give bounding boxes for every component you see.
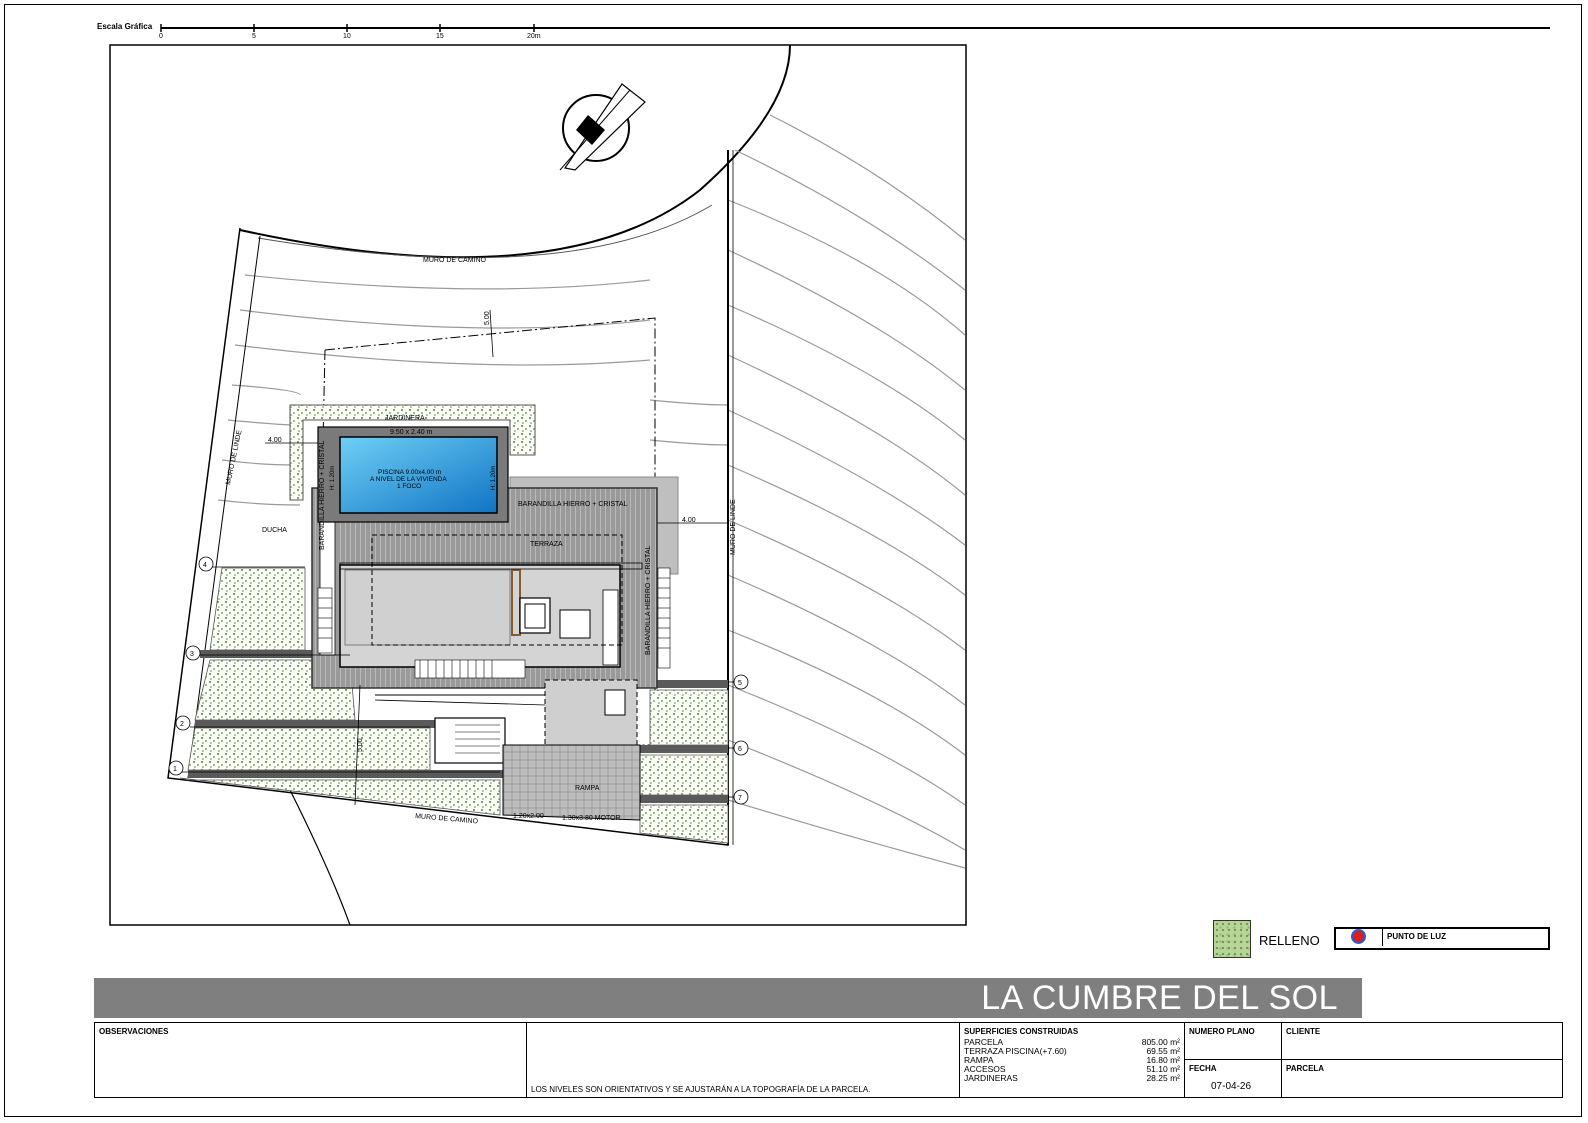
fecha-label: FECHA (1189, 1064, 1217, 1073)
label-terraza: TERRAZA (530, 541, 563, 548)
label-level-right: 4.00 (682, 517, 696, 524)
grid-marker-6: 6 (738, 746, 742, 753)
luz-icon (1353, 931, 1364, 942)
legend-punto-luz-label: PUNTO DE LUZ (1387, 932, 1446, 941)
fecha-value: 07-04-26 (1211, 1081, 1252, 1092)
label-motor: 1.30x3.80 MOTOR (562, 815, 621, 822)
label-puerta: 1.20x2.00 (513, 813, 544, 820)
label-muro-camino-bottom: MURO DE CAMINO (415, 813, 479, 826)
superficie-row: JARDINERAS 28.25 m² (964, 1073, 1180, 1083)
grid-marker-2: 2 (180, 721, 184, 728)
label-barandilla-right: BARANDILLA HIERRO + CRISTAL (645, 546, 652, 655)
project-title: LA CUMBRE DEL SOL (981, 979, 1338, 1017)
grid-marker-3: 3 (190, 651, 194, 658)
observaciones-label: OBSERVACIONES (99, 1027, 169, 1036)
label-pool-line1: PISCINA 9.00x4.00 m (378, 469, 441, 476)
title-block-numero-plano: NUMERO PLANO (1184, 1022, 1282, 1060)
title-block-superficies: SUPERFICIES CONSTRUIDAS PARCELA 805.00 m… (959, 1022, 1185, 1098)
grid-marker-5: 5 (738, 680, 742, 687)
label-barandilla-top: BARANDILLA HIERRO + CRISTAL (518, 501, 627, 508)
numero-plano-label: NUMERO PLANO (1189, 1027, 1255, 1036)
grid-marker-4: 4 (203, 562, 207, 569)
superficie-value: 28.25 m² (1146, 1073, 1180, 1083)
grid-marker-7: 7 (738, 795, 742, 802)
label-level-left: 4.00 (268, 437, 282, 444)
label-ducha: DUCHA (262, 527, 287, 534)
title-block-observaciones: OBSERVACIONES (94, 1022, 527, 1098)
cliente-label: CLIENTE (1286, 1027, 1321, 1036)
title-block-notes: LOS NIVELES SON ORIENTATIVOS Y SE AJUSTA… (526, 1022, 960, 1098)
title-block-parcela: PARCELA (1281, 1059, 1563, 1098)
legend-relleno-swatch (1213, 920, 1251, 958)
label-jardinera: JARDINERA (385, 415, 425, 422)
label-muro-camino-top: MURO DE CAMINO (423, 257, 487, 264)
label-level-road: 5.00 (357, 738, 364, 752)
label-pool-depth-right: H: 1.20m (491, 466, 497, 490)
title-block-cliente: CLIENTE (1281, 1022, 1563, 1060)
superficies-label: SUPERFICIES CONSTRUIDAS (964, 1027, 1079, 1036)
grid-marker-1: 1 (173, 766, 177, 773)
label-pool-line3: 1 FOCO (397, 483, 421, 490)
label-barandilla-left: BARANDILLA HIERRO + CRISTAL (319, 441, 326, 550)
superficie-name: JARDINERAS (964, 1073, 1018, 1083)
levels-note: LOS NIVELES SON ORIENTATIVOS Y SE AJUSTA… (531, 1085, 871, 1094)
label-pool-line2: A NIVEL DE LA VIVIENDA (370, 476, 447, 483)
label-muro-linde-right: MURO DE LINDE (730, 499, 737, 555)
title-band: LA CUMBRE DEL SOL (94, 978, 1362, 1018)
title-block-fecha: FECHA 07-04-26 (1184, 1059, 1282, 1098)
label-pool-depth-left: H: 1.20m (330, 466, 336, 490)
label-level-vertical: 5.00 (484, 311, 491, 325)
label-rampa: RAMPA (575, 785, 600, 792)
label-pool-dims: 9.50 x 2.40 m (390, 429, 433, 436)
label-muro-linde-left: MURO DE LINDE (225, 429, 243, 485)
legend-relleno-label: RELLENO (1259, 933, 1320, 948)
north-arrow-icon (559, 83, 646, 171)
site-plan-drawing: MURO DE CAMINO MURO DE CAMINO MURO DE LI… (109, 44, 967, 926)
parcela-label: PARCELA (1286, 1064, 1325, 1073)
